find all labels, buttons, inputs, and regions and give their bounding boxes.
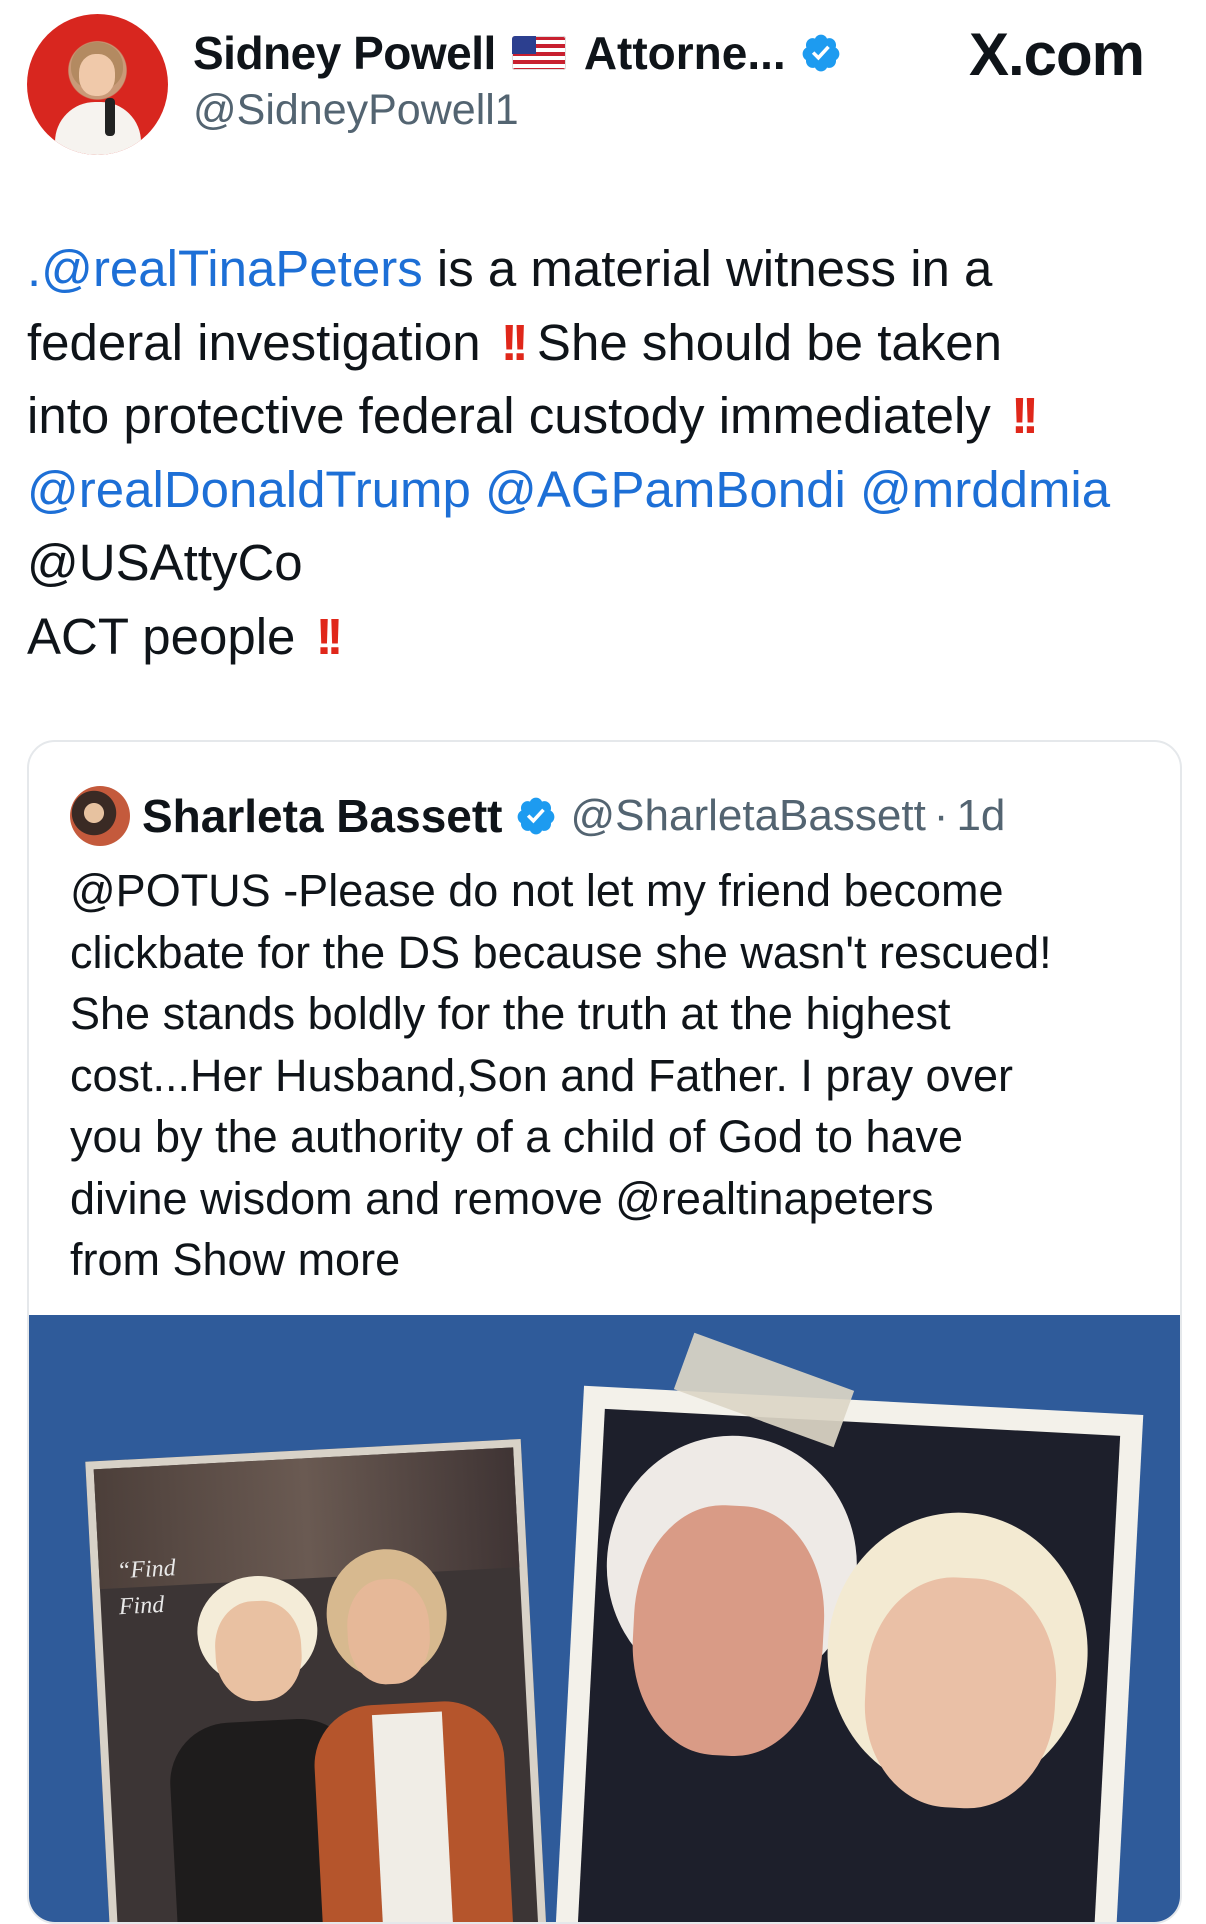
author-avatar[interactable] bbox=[27, 14, 168, 155]
separator-dot: · bbox=[933, 791, 949, 840]
post-header: Sidney Powell Attorne... @SidneyPowell1 … bbox=[0, 0, 1206, 170]
quoted-line: @POTUS -Please do not let my friend beco… bbox=[70, 865, 1004, 916]
quoted-post-image[interactable]: “Find Find bbox=[29, 1315, 1180, 1922]
sign-text: Find bbox=[118, 1591, 165, 1621]
author-handle[interactable]: @SidneyPowell1 bbox=[193, 86, 519, 135]
post-line-6: ACT people !! bbox=[27, 600, 1187, 674]
post-line-5[interactable]: @USAttyCo bbox=[27, 526, 1187, 600]
quoted-author-handle[interactable]: @SharletaBassett bbox=[571, 791, 926, 841]
quoted-author-avatar[interactable] bbox=[70, 786, 130, 846]
verified-badge-icon bbox=[802, 34, 840, 72]
double-exclamation-emoji: !! bbox=[315, 607, 344, 665]
photo-selfie bbox=[554, 1385, 1144, 1922]
quoted-line: you by the authority of a child of God t… bbox=[70, 1111, 964, 1162]
post-line-3: into protective federal custody immediat… bbox=[27, 379, 1187, 453]
photo-two-women: “Find Find bbox=[85, 1438, 549, 1922]
verified-badge-icon bbox=[517, 797, 554, 835]
quoted-post-text: @POTUS -Please do not let my friend beco… bbox=[70, 860, 1150, 1291]
quoted-post-time[interactable]: 1d bbox=[956, 791, 1005, 841]
post-text-segment: federal investigation bbox=[27, 313, 495, 371]
quoted-author-name[interactable]: Sharleta Bassett bbox=[142, 789, 503, 843]
quoted-line: She stands boldly for the truth at the h… bbox=[70, 988, 951, 1039]
double-exclamation-emoji: !! bbox=[1010, 387, 1039, 444]
mention-links[interactable]: @realDonaldTrump @AGPamBondi @mrddmia bbox=[27, 453, 1187, 527]
author-name[interactable]: Sidney Powell bbox=[193, 26, 496, 80]
post-text-segment: is a material witness in a bbox=[422, 240, 993, 297]
post-line-1: .@realTinaPeters is a material witness i… bbox=[27, 232, 1187, 306]
post-text-segment: She should be taken bbox=[522, 313, 1002, 371]
mention-link[interactable]: .@realTinaPeters bbox=[27, 240, 423, 297]
author-name-row[interactable]: Sidney Powell Attorne... bbox=[193, 26, 842, 80]
quoted-post-card[interactable]: Sharleta Bassett @SharletaBassett · 1d @… bbox=[27, 740, 1182, 1924]
quoted-line-show-more[interactable]: from Show more bbox=[70, 1229, 1150, 1291]
sign-text: “Find bbox=[116, 1555, 177, 1585]
double-exclamation-emoji: !! bbox=[500, 313, 529, 371]
post-text-segment: ACT people bbox=[27, 607, 310, 665]
quoted-line: cost...Her Husband,Son and Father. I pra… bbox=[70, 1049, 1014, 1101]
author-title: Attorne... bbox=[583, 27, 786, 79]
quoted-post-header: Sharleta Bassett @SharletaBassett · 1d bbox=[70, 786, 1005, 846]
post-body: .@realTinaPeters is a material witness i… bbox=[27, 232, 1187, 673]
us-flag-icon bbox=[511, 36, 566, 70]
post-line-2: federal investigation !! She should be t… bbox=[27, 306, 1187, 380]
quoted-line: clickbate for the DS because she wasn't … bbox=[70, 926, 1052, 978]
quoted-line: divine wisdom and remove @realtinapeters bbox=[70, 1172, 934, 1224]
post-text-segment: into protective federal custody immediat… bbox=[27, 387, 1005, 444]
site-logo: X.com bbox=[968, 21, 1145, 88]
